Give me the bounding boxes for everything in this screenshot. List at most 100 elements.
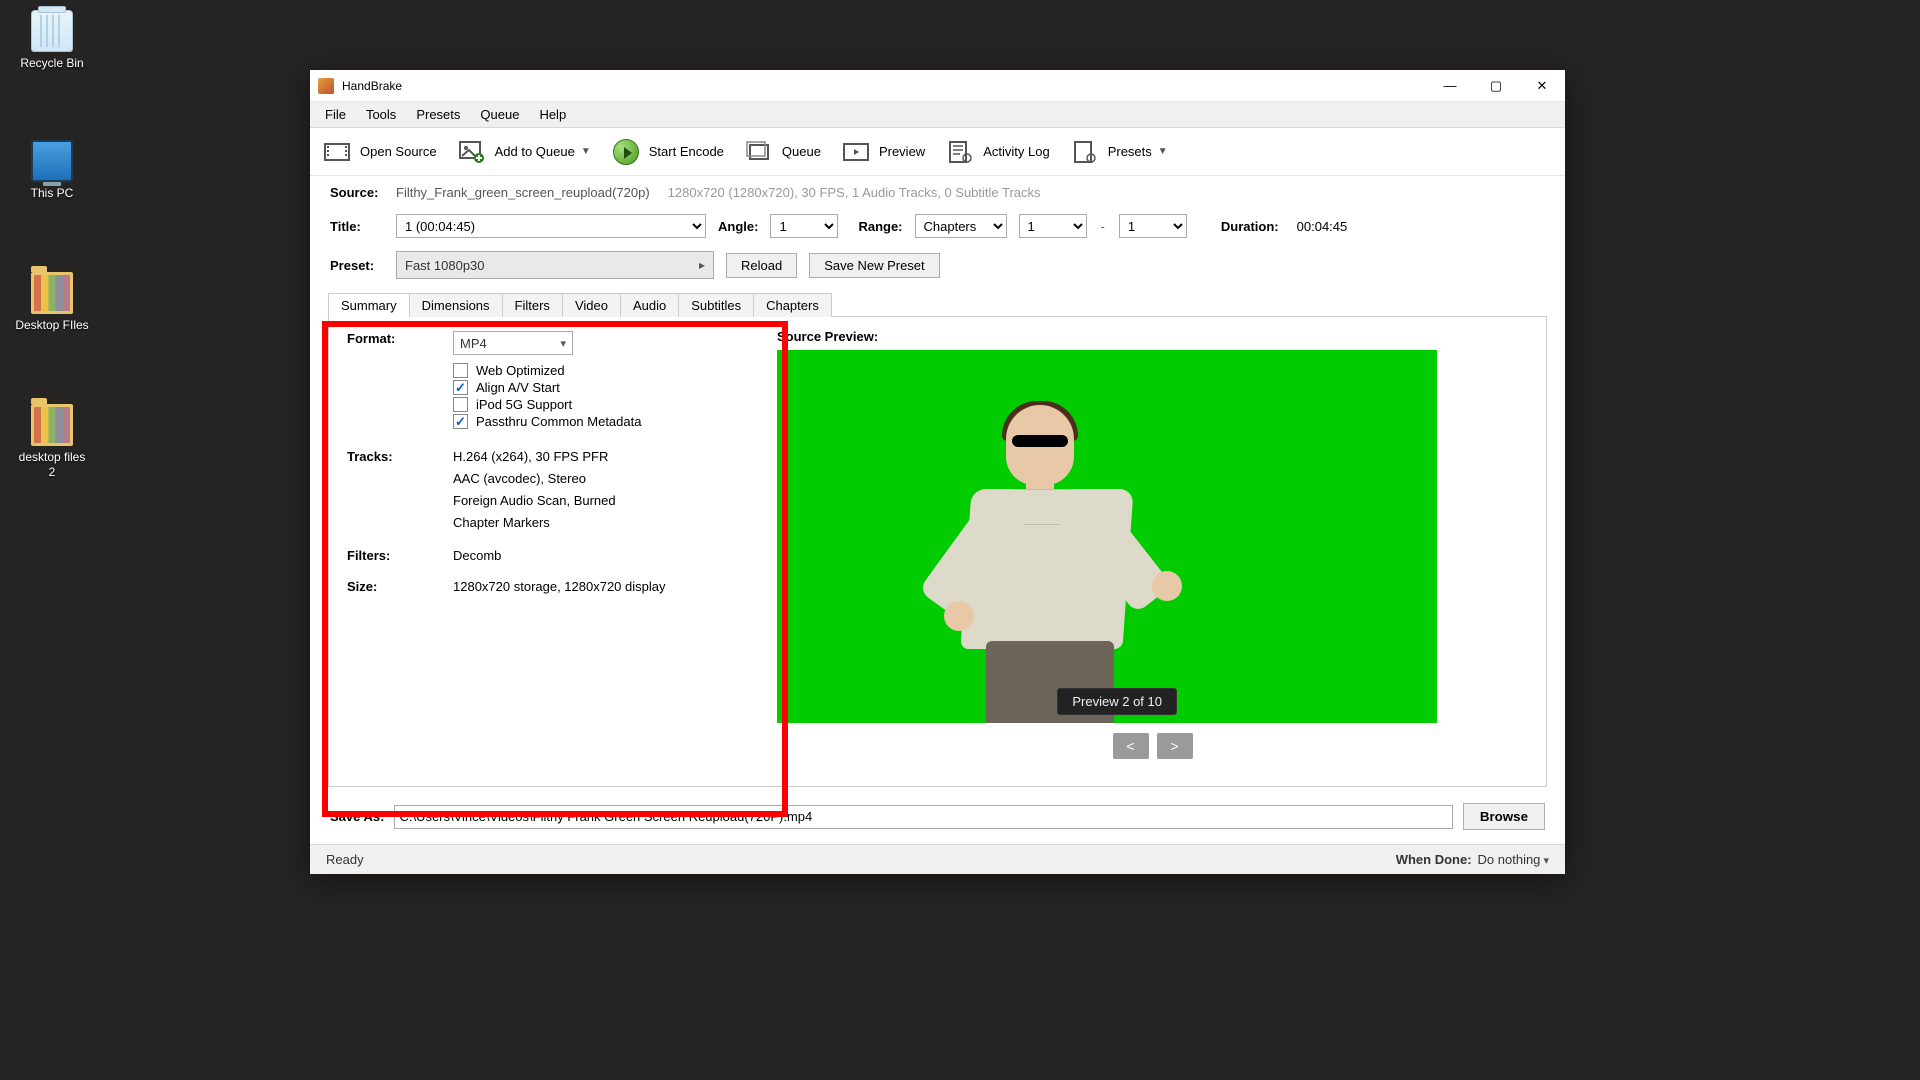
play-icon: [613, 139, 639, 165]
statusbar: Ready When Done: Do nothing: [310, 844, 1565, 874]
start-encode-label: Start Encode: [649, 144, 724, 159]
source-row: Source: Filthy_Frank_green_screen_reuplo…: [310, 182, 1565, 203]
preview-button[interactable]: Preview: [841, 137, 927, 167]
tab-audio[interactable]: Audio: [620, 293, 679, 317]
menu-help[interactable]: Help: [530, 104, 575, 125]
desktop-icon-recycle-bin[interactable]: Recycle Bin: [14, 10, 90, 71]
main-body: Source: Filthy_Frank_green_screen_reuplo…: [310, 176, 1565, 844]
titlebar[interactable]: HandBrake — ▢ ✕: [310, 70, 1565, 102]
person-figure: [952, 405, 1202, 723]
filters-label: Filters:: [347, 548, 447, 563]
add-to-queue-button[interactable]: Add to Queue ▼: [457, 137, 593, 167]
tracks-label: Tracks:: [347, 449, 447, 530]
title-label: Title:: [330, 219, 384, 234]
desktop-icon-label: This PC: [14, 186, 90, 201]
range-dash: -: [1099, 219, 1107, 234]
save-as-input[interactable]: [394, 805, 1452, 829]
menu-file[interactable]: File: [316, 104, 355, 125]
range-to-select[interactable]: 1: [1119, 214, 1187, 238]
menu-tools[interactable]: Tools: [357, 104, 405, 125]
preview-badge: Preview 2 of 10: [1057, 688, 1177, 715]
reload-button[interactable]: Reload: [726, 253, 797, 278]
recycle-bin-icon: [31, 10, 73, 52]
checkbox-icon: [453, 397, 468, 412]
format-label: Format:: [347, 331, 447, 431]
toolbar: Open Source Add to Queue ▼ Start Encode …: [310, 128, 1565, 176]
folder-icon: [31, 404, 73, 446]
desktop-icon-this-pc[interactable]: This PC: [14, 140, 90, 201]
title-select[interactable]: 1 (00:04:45): [396, 214, 706, 238]
save-row: Save As: Browse: [310, 787, 1565, 844]
menu-presets[interactable]: Presets: [407, 104, 469, 125]
maximize-button[interactable]: ▢: [1473, 70, 1519, 102]
checkbox-icon: [453, 363, 468, 378]
presets-icon: [1072, 141, 1098, 163]
chevron-down-icon: ▼: [581, 146, 591, 157]
close-button[interactable]: ✕: [1519, 70, 1565, 102]
open-source-label: Open Source: [360, 144, 437, 159]
summary-panel: Format: MP4 Web Optimized Align A/V Star…: [329, 317, 759, 786]
passthru-metadata-checkbox[interactable]: Passthru Common Metadata: [453, 414, 741, 429]
preview-next-button[interactable]: >: [1157, 733, 1193, 759]
queue-label: Queue: [782, 144, 821, 159]
source-label: Source:: [330, 185, 384, 200]
ipod-5g-support-checkbox[interactable]: iPod 5G Support: [453, 397, 741, 412]
range-label: Range:: [858, 219, 902, 234]
picture-plus-icon: [459, 141, 485, 163]
presets-label: Presets: [1108, 144, 1152, 159]
preview-icon: [843, 141, 869, 163]
start-encode-button[interactable]: Start Encode: [611, 135, 726, 169]
tab-dimensions[interactable]: Dimensions: [409, 293, 503, 317]
preset-row: Preset: Fast 1080p30 Reload Save New Pre…: [310, 241, 1565, 293]
when-done-select[interactable]: Do nothing: [1478, 852, 1549, 867]
log-icon: [947, 141, 973, 163]
source-name: Filthy_Frank_green_screen_reupload(720p): [396, 185, 650, 200]
browse-button[interactable]: Browse: [1463, 803, 1545, 830]
angle-select[interactable]: 1: [770, 214, 838, 238]
filters-value: Decomb: [453, 548, 741, 563]
tab-subtitles[interactable]: Subtitles: [678, 293, 754, 317]
duration-label: Duration:: [1221, 219, 1279, 234]
save-as-label: Save As:: [330, 809, 384, 824]
window-title: HandBrake: [342, 79, 402, 93]
range-type-select[interactable]: Chapters: [915, 214, 1007, 238]
preview-prev-button[interactable]: <: [1113, 733, 1149, 759]
pc-icon: [31, 140, 73, 182]
preview-image: Preview 2 of 10: [777, 350, 1437, 723]
preset-select[interactable]: Fast 1080p30: [396, 251, 714, 279]
queue-button[interactable]: Queue: [744, 137, 823, 167]
status-text: Ready: [326, 852, 364, 867]
when-done-label: When Done:: [1396, 852, 1472, 867]
menu-queue[interactable]: Queue: [471, 104, 528, 125]
menubar: File Tools Presets Queue Help: [310, 102, 1565, 128]
film-icon: [324, 141, 350, 163]
desktop-icon-label: desktop files 2: [14, 450, 90, 480]
duration-value: 00:04:45: [1297, 219, 1348, 234]
track-chapters: Chapter Markers: [453, 515, 741, 530]
presets-button[interactable]: Presets ▼: [1070, 137, 1170, 167]
preview-nav: < >: [777, 733, 1528, 759]
minimize-button[interactable]: —: [1427, 70, 1473, 102]
range-from-select[interactable]: 1: [1019, 214, 1087, 238]
desktop-icon-desktop-files[interactable]: Desktop FIles: [14, 272, 90, 333]
align-av-start-checkbox[interactable]: Align A/V Start: [453, 380, 741, 395]
track-subtitle: Foreign Audio Scan, Burned: [453, 493, 741, 508]
desktop-icon-label: Recycle Bin: [14, 56, 90, 71]
angle-label: Angle:: [718, 219, 758, 234]
web-optimized-checkbox[interactable]: Web Optimized: [453, 363, 741, 378]
tab-summary[interactable]: Summary: [328, 293, 410, 317]
activity-log-label: Activity Log: [983, 144, 1049, 159]
save-new-preset-button[interactable]: Save New Preset: [809, 253, 939, 278]
tab-chapters[interactable]: Chapters: [753, 293, 832, 317]
tab-filters[interactable]: Filters: [502, 293, 563, 317]
add-to-queue-label: Add to Queue: [495, 144, 575, 159]
folder-icon: [31, 272, 73, 314]
desktop-icon-label: Desktop FIles: [14, 318, 90, 333]
open-source-button[interactable]: Open Source: [322, 137, 439, 167]
activity-log-button[interactable]: Activity Log: [945, 137, 1051, 167]
desktop-icon-desktop-files-2[interactable]: desktop files 2: [14, 404, 90, 480]
format-select[interactable]: MP4: [453, 331, 573, 355]
checkbox-icon: [453, 414, 468, 429]
tab-video[interactable]: Video: [562, 293, 621, 317]
size-value: 1280x720 storage, 1280x720 display: [453, 579, 741, 594]
